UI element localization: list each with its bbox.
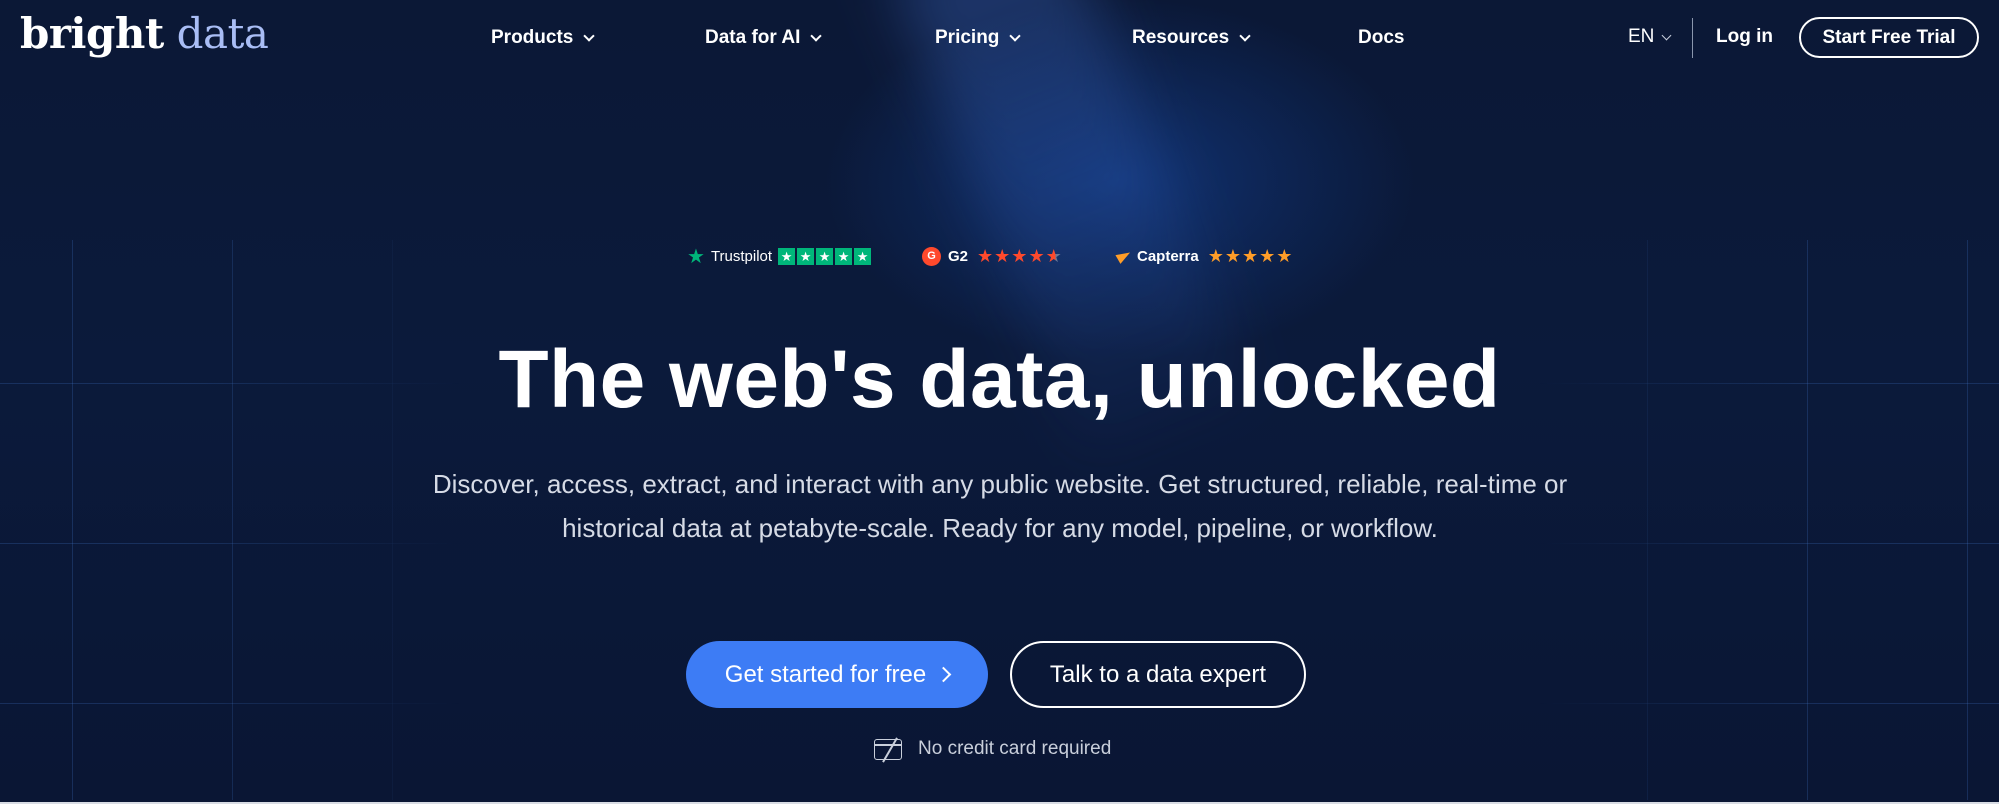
rating-label: Trustpilot xyxy=(710,247,773,265)
nav-item-label: Products xyxy=(491,27,574,48)
nav-item-docs[interactable]: Docs xyxy=(1358,26,1404,50)
language-label: EN xyxy=(1628,26,1655,47)
rating-label: Capterra xyxy=(1137,247,1199,265)
nav-item-label: Docs xyxy=(1358,27,1405,48)
rating-capterra[interactable]: Capterra ★ ★ ★ ★ ★ xyxy=(1115,245,1294,267)
star-icon: ★ xyxy=(835,247,853,265)
brand-logo[interactable]: bright data xyxy=(20,6,269,62)
nav-item-label: Resources xyxy=(1132,27,1230,48)
star-icon: ★ xyxy=(1224,245,1242,266)
get-started-button[interactable]: Get started for free xyxy=(686,641,988,708)
nav-item-resources[interactable]: Resources xyxy=(1132,26,1251,50)
capterra-logo-icon xyxy=(1115,248,1133,264)
start-free-trial-button[interactable]: Start Free Trial xyxy=(1799,17,1979,58)
rating-trustpilot[interactable]: ★ Trustpilot ★ ★ ★ ★ ★ xyxy=(687,245,872,268)
star-icon: ★ xyxy=(994,245,1012,266)
star-icon: ★ xyxy=(778,247,796,265)
star-icon: ★ xyxy=(1207,245,1225,266)
half-star-icon: ★ xyxy=(1045,245,1063,266)
g2-logo-icon: G xyxy=(922,246,941,266)
logo-word-data: data xyxy=(176,9,269,58)
chevron-down-icon xyxy=(1661,30,1672,40)
star-icon: ★ xyxy=(816,247,834,265)
hero-headline: The web's data, unlocked xyxy=(498,334,1501,425)
g2-stars: ★ ★ ★ ★ ★ xyxy=(977,246,1063,267)
nav-item-products[interactable]: Products xyxy=(491,26,596,50)
credit-card-off-icon xyxy=(874,738,902,760)
star-icon: ★ xyxy=(854,247,872,265)
trustpilot-star-icon: ★ xyxy=(687,245,705,268)
button-label: Get started for free xyxy=(724,660,927,688)
talk-to-expert-button[interactable]: Talk to a data expert xyxy=(1010,641,1306,708)
nav-item-label: Data for AI xyxy=(705,27,801,48)
trustpilot-stars: ★ ★ ★ ★ ★ xyxy=(778,247,872,265)
star-icon: ★ xyxy=(797,247,815,265)
language-selector[interactable]: EN xyxy=(1628,26,1672,48)
chevron-right-icon xyxy=(935,666,952,683)
chevron-down-icon xyxy=(1009,29,1022,42)
star-icon: ★ xyxy=(1259,245,1277,266)
rating-label: G2 xyxy=(948,247,969,265)
star-icon: ★ xyxy=(1028,245,1046,266)
rating-g2[interactable]: G G2 ★ ★ ★ ★ ★ xyxy=(922,245,1063,267)
chevron-down-icon xyxy=(583,29,596,42)
nav-item-data-for-ai[interactable]: Data for AI xyxy=(705,26,823,50)
chevron-down-icon xyxy=(810,29,823,42)
hero-subtext: Discover, access, extract, and interact … xyxy=(432,469,1568,543)
login-link[interactable]: Log in xyxy=(1716,26,1773,48)
star-icon: ★ xyxy=(1276,245,1294,266)
star-icon: ★ xyxy=(1241,245,1260,266)
no-credit-card-note: No credit card required xyxy=(874,736,1111,762)
capterra-stars: ★ ★ ★ ★ ★ xyxy=(1208,246,1294,267)
note-text: No credit card required xyxy=(918,738,1112,759)
chevron-down-icon xyxy=(1239,29,1251,42)
logo-word-bright: bright xyxy=(20,9,164,58)
star-icon: ★ xyxy=(977,245,995,266)
nav-item-label: Pricing xyxy=(935,27,1000,48)
star-icon: ★ xyxy=(1011,245,1029,266)
nav-item-pricing[interactable]: Pricing xyxy=(935,26,1022,50)
nav-divider xyxy=(1692,18,1693,58)
